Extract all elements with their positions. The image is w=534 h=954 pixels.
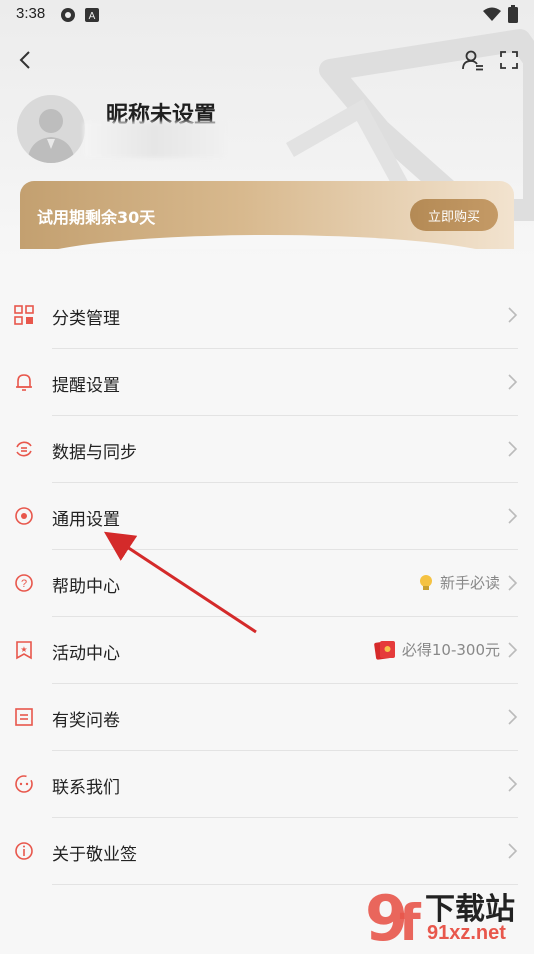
menu-label: 关于敬业签 bbox=[52, 845, 137, 865]
chevron-right-icon bbox=[508, 441, 518, 457]
menu-item-contact[interactable]: 联系我们 bbox=[15, 751, 518, 818]
red-envelope-icon bbox=[374, 640, 395, 660]
info-icon bbox=[15, 842, 33, 860]
back-button[interactable] bbox=[9, 44, 41, 76]
chevron-right-icon bbox=[508, 709, 518, 725]
menu-label: 提醒设置 bbox=[52, 376, 120, 396]
top-bar bbox=[0, 40, 534, 80]
banner-curve bbox=[20, 235, 514, 249]
menu-item-reminder[interactable]: 提醒设置 bbox=[16, 349, 518, 416]
chevron-right-icon bbox=[508, 843, 518, 859]
avatar[interactable] bbox=[17, 95, 85, 163]
svg-text:A: A bbox=[89, 11, 96, 22]
chat-icon bbox=[15, 775, 33, 793]
trial-banner[interactable]: 试用期剩余30天 立即购买 bbox=[20, 181, 514, 249]
menu-label: 活动中心 bbox=[52, 644, 120, 664]
wifi-icon bbox=[483, 7, 501, 25]
chevron-right-icon bbox=[508, 642, 518, 658]
help-icon: ? bbox=[15, 574, 33, 592]
menu-label: 有奖问卷 bbox=[52, 711, 120, 731]
menu-label: 通用设置 bbox=[52, 510, 120, 530]
chevron-right-icon bbox=[508, 508, 518, 524]
menu-label: 数据与同步 bbox=[52, 443, 137, 463]
fullscreen-button[interactable] bbox=[493, 44, 525, 76]
battery-icon bbox=[508, 5, 518, 27]
a-notification-icon: A bbox=[85, 7, 99, 27]
chevron-right-icon bbox=[508, 575, 518, 591]
svg-text:f: f bbox=[399, 894, 422, 950]
settings-menu: 分类管理 提醒设置 数据与同步 通用设置 ? 帮助中心 新手必读 ★ 活动中心 … bbox=[0, 282, 534, 885]
menu-item-survey[interactable]: 有奖问卷 bbox=[15, 684, 518, 751]
settings-dot-icon bbox=[15, 507, 33, 525]
grid-icon bbox=[14, 305, 34, 325]
lightbulb-icon bbox=[419, 574, 432, 590]
menu-item-category[interactable]: 分类管理 bbox=[14, 282, 518, 349]
trial-text: 试用期剩余30天 bbox=[37, 208, 156, 227]
expand-icon bbox=[500, 51, 518, 69]
reward-hint: 必得10-300元 bbox=[374, 639, 500, 660]
chevron-right-icon bbox=[508, 374, 518, 390]
menu-item-activity[interactable]: ★ 活动中心 必得10-300元 bbox=[16, 617, 518, 684]
account-switch-button[interactable] bbox=[457, 44, 489, 76]
list-icon bbox=[15, 708, 33, 726]
beginner-guide-text: 新手必读 bbox=[439, 574, 500, 592]
chevron-right-icon bbox=[508, 307, 518, 323]
bell-icon bbox=[16, 374, 32, 391]
menu-item-general[interactable]: 通用设置 bbox=[15, 483, 518, 550]
menu-label: 联系我们 bbox=[52, 778, 120, 798]
svg-text:?: ? bbox=[21, 578, 27, 590]
status-time: 3:38 bbox=[16, 5, 46, 22]
beginner-guide-hint: 新手必读 bbox=[418, 572, 500, 593]
reward-text: 必得10-300元 bbox=[401, 641, 500, 659]
status-bar: 3:38 A bbox=[0, 0, 534, 30]
menu-item-sync[interactable]: 数据与同步 bbox=[16, 416, 518, 483]
menu-item-about[interactable]: 关于敬业签 bbox=[15, 818, 518, 885]
chevron-left-icon bbox=[19, 51, 30, 69]
default-avatar-icon bbox=[27, 109, 75, 163]
menu-item-help[interactable]: ? 帮助中心 新手必读 bbox=[15, 550, 518, 617]
chevron-right-icon bbox=[508, 776, 518, 792]
menu-label: 分类管理 bbox=[52, 309, 120, 329]
watermark-logo: 9 f 下载站 91xz.net bbox=[359, 882, 534, 954]
blurred-user-id bbox=[84, 122, 224, 158]
user-list-icon bbox=[462, 50, 483, 71]
sync-icon bbox=[16, 441, 32, 457]
menu-label: 帮助中心 bbox=[52, 577, 120, 597]
sync-status-icon bbox=[60, 7, 76, 27]
svg-text:★: ★ bbox=[20, 645, 27, 654]
watermark-url: 91xz.net bbox=[427, 922, 506, 944]
buy-now-button[interactable]: 立即购买 bbox=[410, 199, 498, 231]
star-flag-icon: ★ bbox=[16, 641, 32, 660]
